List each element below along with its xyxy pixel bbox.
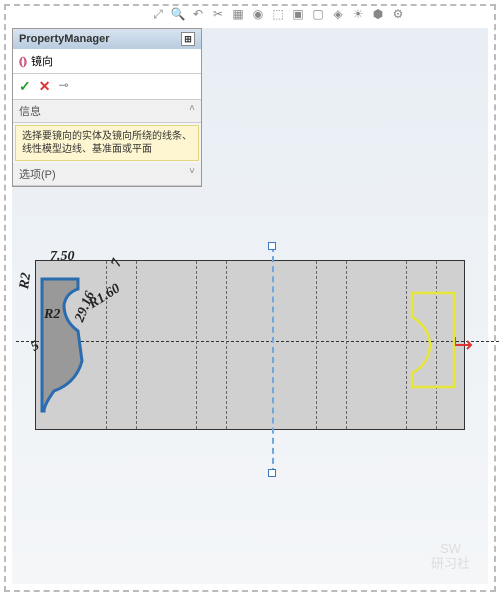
view-toolbar: ⤢ 🔍 ↶ ✂ ▦ ◉ ⬚ ▣ ▢ ◈ ☀ ⬢ ⚙ [150, 6, 406, 22]
pm-header: PropertyManager ⊞ [13, 29, 201, 49]
watermark: SW 研习社 [431, 542, 470, 571]
display-style-icon[interactable]: ▦ [230, 6, 246, 22]
origin-marker [455, 337, 479, 353]
pm-keep-visible-icon[interactable]: ⊞ [181, 32, 195, 46]
fold-line [346, 261, 347, 429]
watermark-l2: 研习社 [431, 557, 470, 571]
zoom-fit-icon[interactable]: ⤢ [150, 6, 166, 22]
render-icon[interactable]: ⬢ [370, 6, 386, 22]
wireframe-icon[interactable]: ▢ [310, 6, 326, 22]
view-orient-icon[interactable]: ⬚ [270, 6, 286, 22]
section-icon[interactable]: ✂ [210, 6, 226, 22]
options-section-header[interactable]: 选项(P) ˅ [13, 163, 201, 186]
ok-button[interactable]: ✓ [19, 78, 31, 95]
dimension[interactable]: R2 [17, 272, 35, 290]
scene-icon[interactable]: ☀ [350, 6, 366, 22]
watermark-l1: SW [431, 542, 470, 556]
chevron-down-icon: ˅ [189, 166, 195, 182]
cancel-button[interactable]: ✕ [39, 78, 51, 95]
info-label: 信息 [19, 103, 41, 119]
dimension[interactable]: R2 [44, 307, 60, 323]
sketch-canvas[interactable]: 7.50 7 R1.60 R2 29.16 5 R2 [35, 260, 465, 430]
fold-line [226, 261, 227, 429]
info-message: 选择要镜向的实体及镜向所绕的线条、线性模型边线、基准面或平面 [15, 125, 199, 161]
confirm-row: ✓ ✕ ⊸ [13, 74, 201, 100]
chevron-up-icon: ˄ [189, 103, 195, 119]
fold-line [136, 261, 137, 429]
handle-top[interactable] [268, 242, 276, 250]
zoom-area-icon[interactable]: 🔍 [170, 6, 186, 22]
property-manager-panel: PropertyManager ⊞ ⦅⦆ 镜向 ✓ ✕ ⊸ 信息 ˄ 选择要镜向… [12, 28, 202, 187]
pin-button[interactable]: ⊸ [58, 78, 68, 95]
handle-bottom[interactable] [268, 469, 276, 477]
hide-show-icon[interactable]: ◉ [250, 6, 266, 22]
fold-line [316, 261, 317, 429]
mirror-icon: ⦅⦆ [19, 54, 27, 69]
feature-title-row: ⦅⦆ 镜向 [13, 49, 201, 74]
fold-line [406, 261, 407, 429]
vertical-centerline[interactable] [272, 246, 274, 474]
info-section-header[interactable]: 信息 ˄ [13, 100, 201, 123]
dimension[interactable]: 7.50 [50, 249, 75, 265]
pm-title: PropertyManager [19, 33, 109, 45]
options-label: 选项(P) [19, 166, 56, 182]
feature-name: 镜向 [31, 53, 53, 69]
perspective-icon[interactable]: ◈ [330, 6, 346, 22]
shaded-icon[interactable]: ▣ [290, 6, 306, 22]
prev-view-icon[interactable]: ↶ [190, 6, 206, 22]
fold-line [196, 261, 197, 429]
settings-icon[interactable]: ⚙ [390, 6, 406, 22]
mirror-preview-profile[interactable] [410, 291, 458, 391]
